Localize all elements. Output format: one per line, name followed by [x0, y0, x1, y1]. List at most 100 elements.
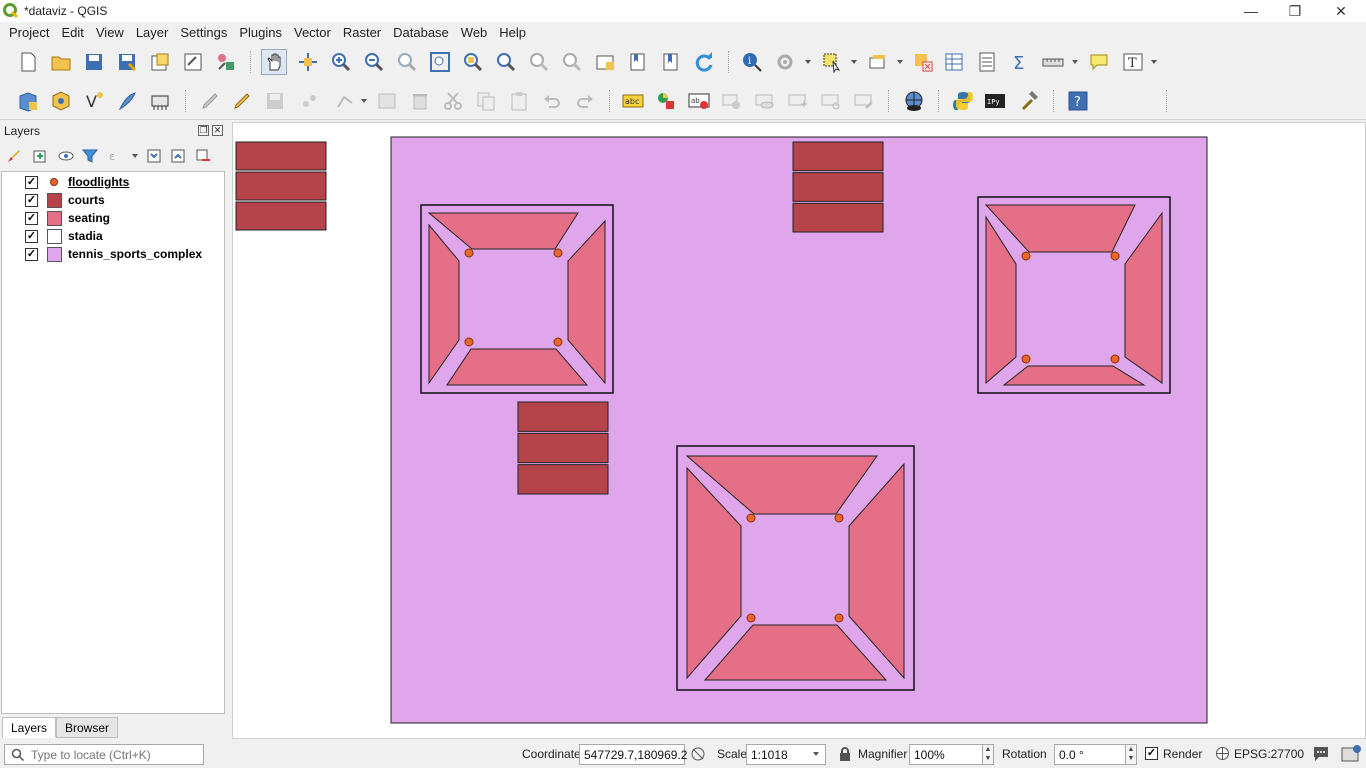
add-group-button[interactable] — [30, 146, 50, 166]
help-button[interactable]: ? — [1065, 88, 1091, 114]
layer-item-stadia[interactable]: ✓ stadia — [2, 227, 224, 245]
layer-visibility-checkbox[interactable]: ✓ — [25, 229, 38, 243]
zoom-in-button[interactable] — [328, 49, 354, 75]
measure-line-button[interactable] — [1040, 49, 1066, 75]
chevron-down-icon[interactable] — [805, 60, 811, 64]
chevron-down-icon[interactable] — [132, 154, 138, 158]
text-annotation-button[interactable]: T — [1120, 49, 1146, 75]
tab-layers[interactable]: Layers — [2, 717, 57, 738]
layer-styling-button[interactable] — [4, 146, 24, 166]
identify-button[interactable]: i — [739, 49, 765, 75]
layer-visibility-checkbox[interactable]: ✓ — [25, 175, 38, 189]
change-label-button[interactable] — [851, 88, 877, 114]
chevron-down-icon[interactable] — [851, 60, 857, 64]
crs-globe-icon[interactable] — [1215, 746, 1230, 761]
layer-item-tennis-sports-complex[interactable]: ✓ tennis_sports_complex — [2, 245, 224, 263]
show-hide-labels-button[interactable] — [752, 88, 778, 114]
delete-selected-button[interactable] — [407, 88, 433, 114]
data-source-manager-button[interactable] — [15, 88, 41, 114]
render-checkbox[interactable]: ✓ — [1145, 747, 1158, 760]
manage-visibility-button[interactable] — [56, 146, 76, 166]
deselect-all-button[interactable] — [910, 49, 936, 75]
expand-all-button[interactable] — [144, 146, 164, 166]
statistics-button[interactable]: Σ — [1007, 49, 1033, 75]
new-virtual-layer-button[interactable] — [147, 88, 173, 114]
magnifier-spinner[interactable]: ▲ ▼ — [982, 744, 994, 765]
save-project-button[interactable] — [81, 49, 107, 75]
filter-legend-button[interactable] — [80, 146, 100, 166]
zoom-next-button[interactable] — [559, 49, 585, 75]
chevron-down-icon[interactable] — [813, 752, 819, 756]
pin-labels-button[interactable] — [719, 88, 745, 114]
menu-raster[interactable]: Raster — [337, 25, 387, 40]
minimize-button[interactable]: — — [1228, 0, 1274, 22]
new-print-layout-button[interactable] — [147, 49, 173, 75]
undo-button[interactable] — [539, 88, 565, 114]
pan-map-button[interactable] — [261, 49, 287, 75]
toggle-editing-button[interactable] — [229, 88, 255, 114]
rotation-field[interactable]: 0.0 ° — [1054, 744, 1126, 765]
style-manager-button[interactable] — [213, 49, 239, 75]
layer-item-floodlights[interactable]: ✓ floodlights — [2, 173, 224, 191]
open-project-button[interactable] — [48, 49, 74, 75]
redo-button[interactable] — [572, 88, 598, 114]
rotation-spinner[interactable]: ▲ ▼ — [1125, 744, 1137, 765]
tab-browser[interactable]: Browser — [56, 717, 119, 738]
new-project-button[interactable] — [15, 49, 41, 75]
panel-float-button[interactable]: ❐ — [198, 125, 209, 136]
vertex-tool-button[interactable] — [333, 88, 359, 114]
zoom-native-button[interactable] — [394, 49, 420, 75]
diagram-settings-button[interactable] — [653, 88, 679, 114]
attribute-table-button[interactable] — [941, 49, 967, 75]
collapse-all-button[interactable] — [168, 146, 188, 166]
menu-layer[interactable]: Layer — [130, 25, 175, 40]
filter-expression-button[interactable]: ε — [106, 146, 126, 166]
new-map-view-button[interactable] — [592, 49, 618, 75]
layout-manager-button[interactable] — [180, 49, 206, 75]
select-by-value-button[interactable] — [865, 49, 891, 75]
new-shapefile-button[interactable]: V — [81, 88, 107, 114]
menu-edit[interactable]: Edit — [55, 25, 89, 40]
save-edits-button[interactable] — [262, 88, 288, 114]
pan-to-selection-button[interactable] — [295, 49, 321, 75]
coordinate-field[interactable]: 547729.7,180969.2 — [579, 744, 687, 765]
ipython-console-button[interactable]: IPy — [982, 88, 1008, 114]
menu-vector[interactable]: Vector — [288, 25, 337, 40]
select-features-button[interactable] — [819, 49, 845, 75]
menu-database[interactable]: Database — [387, 25, 455, 40]
zoom-full-button[interactable] — [427, 49, 453, 75]
layer-visibility-checkbox[interactable]: ✓ — [25, 247, 38, 261]
zoom-out-button[interactable] — [361, 49, 387, 75]
paste-features-button[interactable] — [506, 88, 532, 114]
toggle-extents-icon[interactable] — [690, 746, 706, 762]
copy-features-button[interactable] — [473, 88, 499, 114]
layer-item-seating[interactable]: ✓ seating — [2, 209, 224, 227]
zoom-last-button[interactable] — [526, 49, 552, 75]
menu-plugins[interactable]: Plugins — [233, 25, 288, 40]
new-spatialite-button[interactable] — [114, 88, 140, 114]
panel-close-button[interactable]: ✕ — [212, 125, 223, 136]
refresh-button[interactable] — [691, 49, 717, 75]
menu-settings[interactable]: Settings — [174, 25, 233, 40]
field-calculator-button[interactable] — [974, 49, 1000, 75]
cut-features-button[interactable] — [440, 88, 466, 114]
map-canvas[interactable] — [232, 122, 1366, 739]
quickmapservices-button[interactable] — [901, 88, 927, 114]
menu-web[interactable]: Web — [455, 25, 494, 40]
map-tips-button[interactable] — [1086, 49, 1112, 75]
menu-project[interactable]: Project — [3, 25, 55, 40]
new-geopackage-button[interactable] — [48, 88, 74, 114]
highlight-pinned-labels-button[interactable]: ab — [686, 88, 712, 114]
layer-item-courts[interactable]: ✓ courts — [2, 191, 224, 209]
menu-view[interactable]: View — [90, 25, 130, 40]
remove-layer-button[interactable] — [193, 146, 213, 166]
processing-toolbox-button[interactable] — [1016, 88, 1042, 114]
locator-input[interactable] — [31, 747, 201, 762]
messages-icon[interactable] — [1312, 745, 1330, 762]
chevron-down-icon[interactable] — [361, 99, 367, 103]
new-bookmark-button[interactable] — [625, 49, 651, 75]
chevron-down-icon[interactable] — [897, 60, 903, 64]
magnifier-field[interactable]: 100% — [909, 744, 983, 765]
crs-label[interactable]: EPSG:27700 — [1234, 747, 1304, 761]
zoom-selection-button[interactable] — [460, 49, 486, 75]
